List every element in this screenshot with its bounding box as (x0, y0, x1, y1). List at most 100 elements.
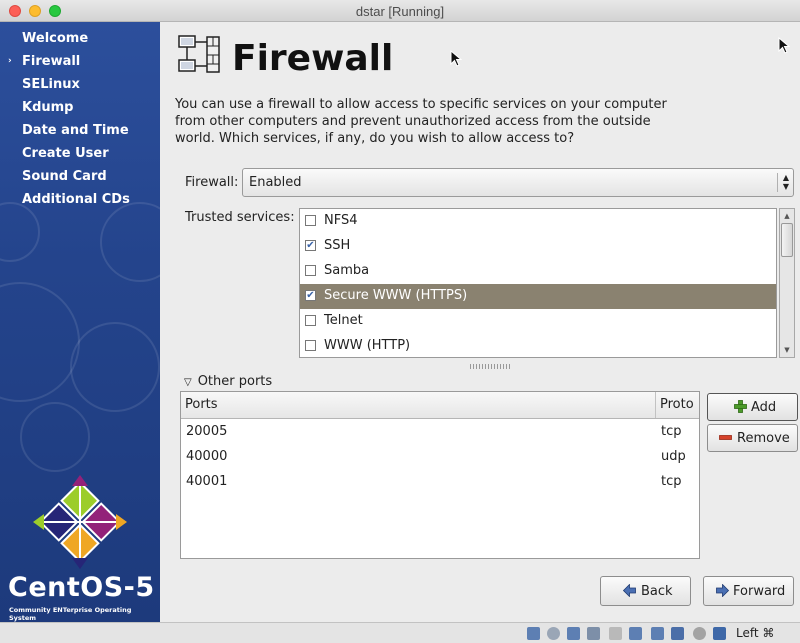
sidebar-item-label: Additional CDs (22, 192, 130, 207)
hard-disk-icon[interactable] (527, 627, 540, 640)
firewall-combo[interactable]: Enabled ▲ ▼ (242, 168, 794, 197)
sidebar-item-date-and-time: Date and Time (0, 122, 160, 145)
remove-icon (719, 435, 732, 440)
sidebar-item-additional-cds: Additional CDs (0, 191, 160, 214)
trusted-services-label: Trusted services: (185, 210, 295, 225)
step-navigation: Welcome › Firewall SELinux Kdump Date an… (0, 30, 160, 214)
usb-icon[interactable] (609, 627, 622, 640)
forward-arrow-icon (716, 584, 729, 597)
mouse-integration-icon[interactable] (713, 627, 726, 640)
updown-arrows-icon: ▲ ▼ (777, 173, 789, 192)
column-header-ports[interactable]: Ports (185, 397, 218, 412)
column-divider (655, 392, 656, 418)
service-checkbox[interactable] (305, 265, 316, 276)
centos-logo (33, 475, 127, 569)
service-row-nfs4[interactable]: NFS4 (300, 209, 776, 234)
service-row-https[interactable]: ✔ Secure WWW (HTTPS) (300, 284, 776, 309)
audio-icon[interactable] (567, 627, 580, 640)
remove-port-label: Remove (737, 431, 790, 446)
decorative-swirl (70, 322, 160, 412)
add-port-label: Add (751, 400, 777, 415)
sidebar-item-sound-card: Sound Card (0, 168, 160, 191)
service-name: Samba (324, 263, 370, 278)
trusted-services-list[interactable]: NFS4 ✔ SSH Samba ✔ Secure WWW (HTTPS) Te… (299, 208, 777, 358)
decorative-swirl (100, 202, 160, 282)
service-checkbox[interactable] (305, 340, 316, 351)
firewall-combo-value: Enabled (249, 175, 302, 190)
services-scrollbar[interactable]: ▲ ▼ (779, 208, 795, 358)
port-cell: 20005 (186, 424, 228, 439)
other-ports-table[interactable]: Ports Proto 20005 tcp 40000 udp 40001 tc… (180, 391, 700, 559)
table-row[interactable]: 40001 tcp (181, 470, 699, 495)
other-ports-label: Other ports (197, 374, 273, 389)
mouse-pointer-icon (778, 37, 790, 54)
column-header-proto[interactable]: Proto (660, 397, 694, 412)
service-name: NFS4 (324, 213, 358, 228)
proto-cell: tcp (661, 474, 682, 489)
service-row-ssh[interactable]: ✔ SSH (300, 234, 776, 259)
network-firewall-icon (178, 35, 220, 73)
sidebar-item-label: Firewall (22, 54, 81, 69)
network-icon[interactable] (587, 627, 600, 640)
service-name: SSH (324, 238, 351, 253)
scrollbar-thumb[interactable] (781, 223, 793, 257)
decorative-swirl (0, 282, 80, 402)
decorative-swirl (20, 402, 90, 472)
add-port-button[interactable]: Add (707, 393, 798, 421)
expander-open-icon: ▽ (184, 377, 192, 388)
brand-tagline: Community ENTerprise Operating System (9, 606, 132, 622)
forward-button[interactable]: Forward (703, 576, 794, 606)
window-title: dstar [Running] (355, 4, 445, 19)
scroll-up-icon[interactable]: ▲ (780, 209, 794, 223)
service-row-samba[interactable]: Samba (300, 259, 776, 284)
service-checkbox[interactable] (305, 215, 316, 226)
vm-statusbar: Left ⌘ (0, 622, 800, 643)
current-step-icon: › (8, 56, 12, 66)
sidebar-item-selinux: SELinux (0, 76, 160, 99)
proto-cell: tcp (661, 424, 682, 439)
table-row[interactable]: 40000 udp (181, 445, 699, 470)
brand-name: CentOS-5 (8, 572, 155, 603)
display-icon[interactable] (651, 627, 664, 640)
service-row-http[interactable]: WWW (HTTP) (300, 334, 776, 357)
page-title: Firewall (232, 38, 394, 79)
port-cell: 40001 (186, 474, 228, 489)
main-panel: Firewall You can use a firewall to allow… (160, 22, 800, 622)
sidebar-item-label: Welcome (22, 31, 89, 46)
sidebar-item-create-user: Create User (0, 145, 160, 168)
sidebar-item-label: Sound Card (22, 169, 107, 184)
pane-resize-grip[interactable] (470, 364, 510, 369)
service-checkbox[interactable]: ✔ (305, 240, 316, 251)
cpu-icon[interactable] (693, 627, 706, 640)
table-header: Ports Proto (181, 392, 699, 419)
shared-folders-icon[interactable] (629, 627, 642, 640)
back-arrow-icon (623, 584, 636, 597)
port-cell: 40000 (186, 449, 228, 464)
service-name: WWW (HTTP) (324, 338, 411, 353)
sidebar-item-label: Kdump (22, 100, 74, 115)
sidebar-item-label: Date and Time (22, 123, 129, 138)
sidebar-item-label: Create User (22, 146, 109, 161)
host-key-indicator: Left ⌘ (736, 626, 775, 640)
service-row-telnet[interactable]: Telnet (300, 309, 776, 334)
forward-label: Forward (733, 584, 786, 599)
sidebar-item-label: SELinux (22, 77, 80, 92)
scroll-down-icon[interactable]: ▼ (780, 343, 794, 357)
back-button[interactable]: Back (600, 576, 691, 606)
other-ports-expander[interactable]: ▽ Other ports (184, 374, 272, 389)
sidebar-item-kdump: Kdump (0, 99, 160, 122)
window-titlebar: dstar [Running] (0, 0, 800, 22)
firewall-label: Firewall: (185, 175, 239, 190)
video-capture-icon[interactable] (671, 627, 684, 640)
page-description: You can use a firewall to allow access t… (175, 97, 667, 146)
add-icon (734, 400, 747, 413)
service-checkbox[interactable] (305, 315, 316, 326)
remove-port-button[interactable]: Remove (707, 424, 798, 452)
optical-drive-icon[interactable] (547, 627, 560, 640)
sidebar-item-welcome: Welcome (0, 30, 160, 53)
service-checkbox[interactable]: ✔ (305, 290, 316, 301)
proto-cell: udp (661, 449, 686, 464)
mouse-pointer-icon (450, 50, 462, 67)
table-row[interactable]: 20005 tcp (181, 420, 699, 445)
sidebar-item-firewall: › Firewall (0, 53, 160, 76)
